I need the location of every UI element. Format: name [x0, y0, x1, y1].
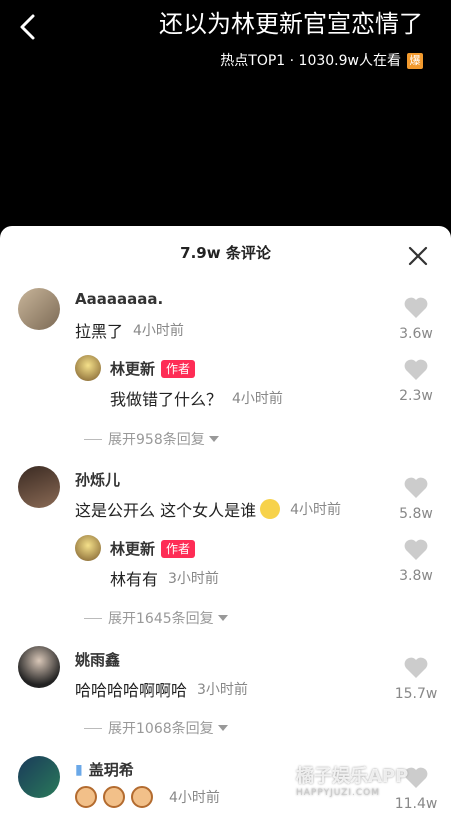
- author-tag: 作者: [161, 359, 196, 378]
- heart-icon: [404, 359, 428, 380]
- like-button[interactable]: 5.8w: [393, 476, 439, 522]
- chevron-down-icon: [217, 725, 228, 731]
- chevron-down-icon: [208, 436, 219, 442]
- reply-time: 4小时前: [232, 391, 283, 407]
- dog-emoji-icon: [75, 786, 97, 808]
- comment-text[interactable]: 这是公开么 这个女人是谁 4小时前: [75, 497, 341, 521]
- comment-time: 3小时前: [197, 682, 248, 698]
- comments-sheet: 7.9w 条评论 Aaaaaaaa. 拉黑了 4小时前 3.6w 林更新 作者 …: [0, 226, 451, 826]
- comment-text[interactable]: 4小时前: [75, 786, 220, 808]
- comment-author[interactable]: 姚雨鑫: [75, 649, 120, 670]
- like-count: 3.6w: [399, 326, 433, 342]
- back-arrow-icon[interactable]: [14, 12, 44, 42]
- heart-icon: [404, 477, 428, 498]
- embarrassed-emoji-icon: [260, 499, 281, 519]
- comment-author[interactable]: ▮ 盖玥希: [75, 759, 134, 780]
- author-tag: 作者: [161, 539, 196, 558]
- reply-text[interactable]: 我做错了什么？ 4小时前: [110, 386, 283, 410]
- heart-icon: [404, 539, 428, 560]
- like-button[interactable]: 2.3w: [393, 358, 439, 404]
- like-count: 15.7w: [394, 686, 438, 702]
- hot-badge-icon: 爆: [407, 53, 423, 69]
- reply-author[interactable]: 林更新 作者: [110, 358, 196, 379]
- video-title: 还以为林更新官宣恋情了: [159, 10, 423, 38]
- like-count: 2.3w: [399, 388, 433, 404]
- dog-emoji-icon: [131, 786, 153, 808]
- comment-text[interactable]: 哈哈哈哈啊啊哈 3小时前: [75, 677, 248, 701]
- comment-author[interactable]: Aaaaaaaa.: [75, 290, 163, 308]
- like-button[interactable]: 3.6w: [393, 296, 439, 342]
- reply-time: 3小时前: [168, 571, 219, 587]
- comment-time: 4小时前: [169, 790, 220, 806]
- like-count: 5.8w: [399, 506, 433, 522]
- dog-emoji-icon: [103, 786, 125, 808]
- close-icon[interactable]: [406, 244, 430, 268]
- like-button[interactable]: 3.8w: [393, 538, 439, 584]
- heart-icon: [404, 657, 428, 678]
- hot-text: 热点TOP1 · 1030.9w人在看: [220, 53, 401, 69]
- avatar[interactable]: [18, 756, 60, 798]
- avatar[interactable]: [18, 288, 60, 330]
- comment-text[interactable]: 拉黑了 4小时前: [75, 318, 184, 342]
- expand-replies[interactable]: 展开958条回复: [84, 429, 219, 449]
- like-count: 3.8w: [399, 568, 433, 584]
- avatar[interactable]: [18, 646, 60, 688]
- avatar[interactable]: [75, 355, 101, 381]
- reply-author[interactable]: 林更新 作者: [110, 538, 196, 559]
- expand-replies[interactable]: 展开1068条回复: [84, 718, 228, 738]
- comment-time: 4小时前: [133, 323, 184, 339]
- chevron-down-icon: [217, 615, 228, 621]
- like-button[interactable]: 15.7w: [393, 656, 439, 702]
- reply-text[interactable]: 林有有 3小时前: [110, 566, 219, 590]
- expand-replies[interactable]: 展开1645条回复: [84, 608, 228, 628]
- hot-label[interactable]: 热点TOP1 · 1030.9w人在看 爆: [220, 52, 423, 70]
- avatar[interactable]: [75, 535, 101, 561]
- avatar[interactable]: [18, 466, 60, 508]
- heart-icon: [404, 297, 428, 318]
- comment-time: 4小时前: [290, 502, 342, 518]
- comment-count-title: 7.9w 条评论: [180, 244, 271, 262]
- like-count: 11.4w: [394, 796, 438, 812]
- comment-author[interactable]: 孙烁儿: [75, 469, 120, 490]
- bottle-icon: ▮: [75, 761, 83, 778]
- watermark: 橘子娱乐APP HAPPYJUZI.COM: [296, 766, 409, 798]
- video-area: 还以为林更新官宣恋情了 热点TOP1 · 1030.9w人在看 爆: [0, 0, 451, 226]
